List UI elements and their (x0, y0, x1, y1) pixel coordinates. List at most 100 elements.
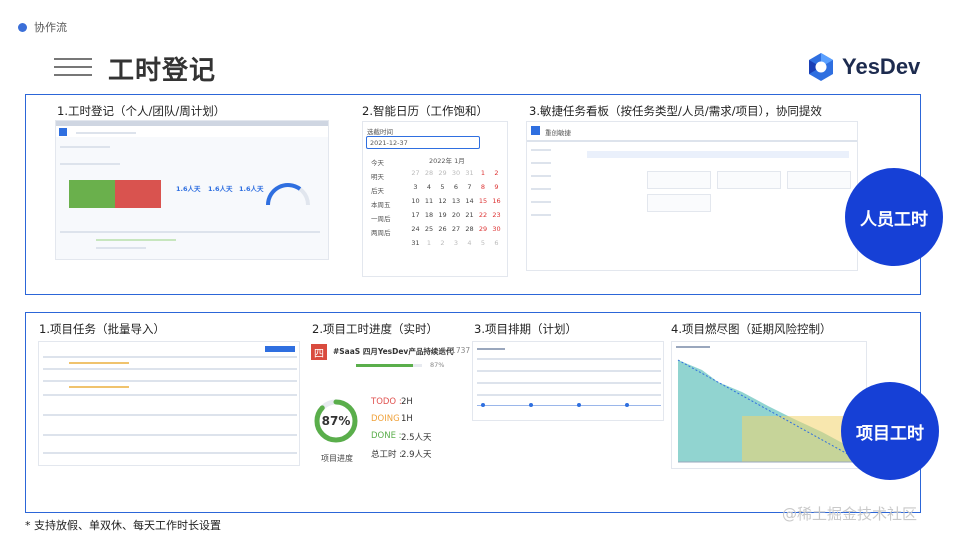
progress-caption: 项目进度 (321, 454, 353, 463)
stat-2: 1.6人天 (208, 185, 233, 193)
calendar-quick-option[interactable]: 一周后 (371, 213, 391, 223)
personal-hours-panel: 1.工时登记（个人/团队/周计划） 2.智能日历（工作饱和） 3.敏捷任务看板（… (25, 94, 943, 295)
section-label-task-board: 3.敏捷任务看板（按任务类型/人员/需求/项目），协同提效 (529, 104, 822, 118)
project-hours-panel: 1.项目任务（批量导入） 2.项目工时进度（实时） 3.项目排期（计划） 4.项… (25, 312, 939, 513)
calendar-day[interactable]: 12 (436, 197, 449, 205)
calendar-day[interactable]: 25 (423, 225, 436, 233)
calendar-day[interactable]: 22 (477, 211, 490, 219)
progress-row-value: 2H (401, 397, 413, 407)
calendar-day[interactable]: 18 (423, 211, 436, 219)
calendar-quick-option[interactable]: 两周后 (371, 227, 391, 237)
stat-1: 1.6人天 (176, 185, 201, 193)
project-name: #SaaS 四月YesDev产品持续迭代 (333, 347, 454, 356)
calendar-day[interactable]: 24 (409, 225, 422, 233)
tag-text: 协作流 (34, 21, 67, 34)
project-id: #31737 (440, 346, 471, 355)
calendar-day[interactable]: 27 (450, 225, 463, 233)
yesdev-logo-icon (809, 53, 833, 81)
calendar-day[interactable]: 2 (436, 239, 449, 247)
calendar-day[interactable]: 1 (477, 169, 490, 177)
calendar-day[interactable]: 14 (463, 197, 476, 205)
calendar-day[interactable]: 30 (450, 169, 463, 177)
section-label-project-schedule: 3.项目排期（计划） (474, 322, 577, 336)
task-list-screenshot (38, 341, 300, 466)
progress-row-key: DONE : (371, 431, 402, 441)
progress-bar-fill (356, 364, 414, 367)
progress-percent: 87% (321, 414, 351, 428)
calendar-day[interactable]: 5 (436, 183, 449, 191)
footnote: * 支持放假、单双休、每天工作时长设置 (25, 519, 221, 532)
logo-text: YesDev (842, 54, 921, 79)
section-label-project-progress: 2.项目工时进度（实时） (312, 322, 438, 336)
section-label-smart-calendar: 2.智能日历（工作饱和） (362, 104, 488, 118)
calendar-day[interactable]: 28 (463, 225, 476, 233)
calendar-day[interactable]: 23 (490, 211, 503, 219)
progress-bar-percent: 87% (430, 361, 445, 369)
calendar-day[interactable]: 27 (409, 169, 422, 177)
progress-row-value: 2.9人天 (401, 450, 432, 460)
burndown-chart-graphic (677, 359, 863, 463)
progress-bar-track (356, 364, 422, 367)
section-label-project-tasks: 1.项目任务（批量导入） (39, 322, 165, 336)
calendar-day[interactable]: 1 (423, 239, 436, 247)
calendar-day[interactable]: 5 (477, 239, 490, 247)
calendar-quick-option[interactable]: 后天 (371, 185, 384, 195)
progress-row-key: 总工时 : (371, 450, 403, 460)
calendar-quick-option[interactable]: 本周五 (371, 199, 391, 209)
calendar-day[interactable]: 20 (450, 211, 463, 219)
section-label-hours-registration: 1.工时登记（个人/团队/周计划） (57, 104, 226, 118)
watermark: @稀土掘金技术社区 (782, 505, 918, 523)
calendar-day[interactable]: 3 (409, 183, 422, 191)
calendar-day[interactable]: 26 (436, 225, 449, 233)
calendar-day[interactable]: 17 (409, 211, 422, 219)
progress-row-value: 2.5人天 (401, 433, 432, 443)
progress-row-key: DOING : (371, 414, 406, 424)
page-title: 工时登记 (108, 56, 217, 86)
section-label-burndown: 4.项目燃尽图（延期风险控制） (671, 322, 832, 336)
calendar-day[interactable]: 8 (477, 183, 490, 191)
calendar-date-input[interactable]: 2021-12-37 (370, 139, 408, 147)
progress-row-value: 1H (401, 414, 413, 424)
calendar-day[interactable]: 9 (490, 183, 503, 191)
calendar-screenshot: 选截时间 2021-12-37 今天明天后天本周五一周后两周后 2022年 1月… (362, 121, 508, 277)
calendar-day[interactable]: 29 (436, 169, 449, 177)
kanban-app-name: 重创敏捷 (545, 129, 571, 137)
menu-lines-icon (54, 58, 92, 82)
calendar-day[interactable]: 29 (477, 225, 490, 233)
calendar-day[interactable]: 7 (463, 183, 476, 191)
calendar-day[interactable]: 31 (463, 169, 476, 177)
calendar-header: 选截时间 (367, 128, 393, 136)
section-tag: 协作流 (18, 19, 67, 35)
project-icon: 四 (311, 344, 327, 360)
progress-row-key: TODO : (371, 397, 402, 407)
calendar-day[interactable]: 16 (490, 197, 503, 205)
gauge-icon (266, 183, 310, 206)
burndown-screenshot (671, 341, 867, 469)
hours-dashboard-screenshot: 1.6人天 1.6人天 1.6人天 (55, 120, 329, 260)
calendar-day[interactable]: 3 (450, 239, 463, 247)
tag-dot-icon (18, 22, 27, 32)
schedule-screenshot (472, 341, 664, 421)
calendar-day[interactable]: 11 (423, 197, 436, 205)
calendar-quick-option[interactable]: 今天 (371, 157, 384, 167)
calendar-day[interactable]: 4 (463, 239, 476, 247)
stat-3: 1.6人天 (239, 185, 264, 193)
calendar-day[interactable]: 6 (490, 239, 503, 247)
calendar-day[interactable]: 21 (463, 211, 476, 219)
kanban-screenshot: 重创敏捷 (526, 121, 858, 271)
calendar-day[interactable]: 10 (409, 197, 422, 205)
calendar-day[interactable]: 31 (409, 239, 422, 247)
calendar-day[interactable]: 6 (450, 183, 463, 191)
calendar-day[interactable]: 15 (477, 197, 490, 205)
project-hours-badge: 项目工时 (841, 382, 939, 480)
calendar-month: 2022年 1月 (429, 157, 465, 165)
calendar-day[interactable]: 2 (490, 169, 503, 177)
calendar-day[interactable]: 19 (436, 211, 449, 219)
calendar-day[interactable]: 4 (423, 183, 436, 191)
calendar-quick-option[interactable]: 明天 (371, 171, 384, 181)
calendar-day[interactable]: 28 (423, 169, 436, 177)
calendar-day[interactable]: 13 (450, 197, 463, 205)
personnel-hours-badge: 人员工时 (845, 168, 943, 266)
calendar-day[interactable]: 30 (490, 225, 503, 233)
logo: YesDev (806, 52, 920, 82)
